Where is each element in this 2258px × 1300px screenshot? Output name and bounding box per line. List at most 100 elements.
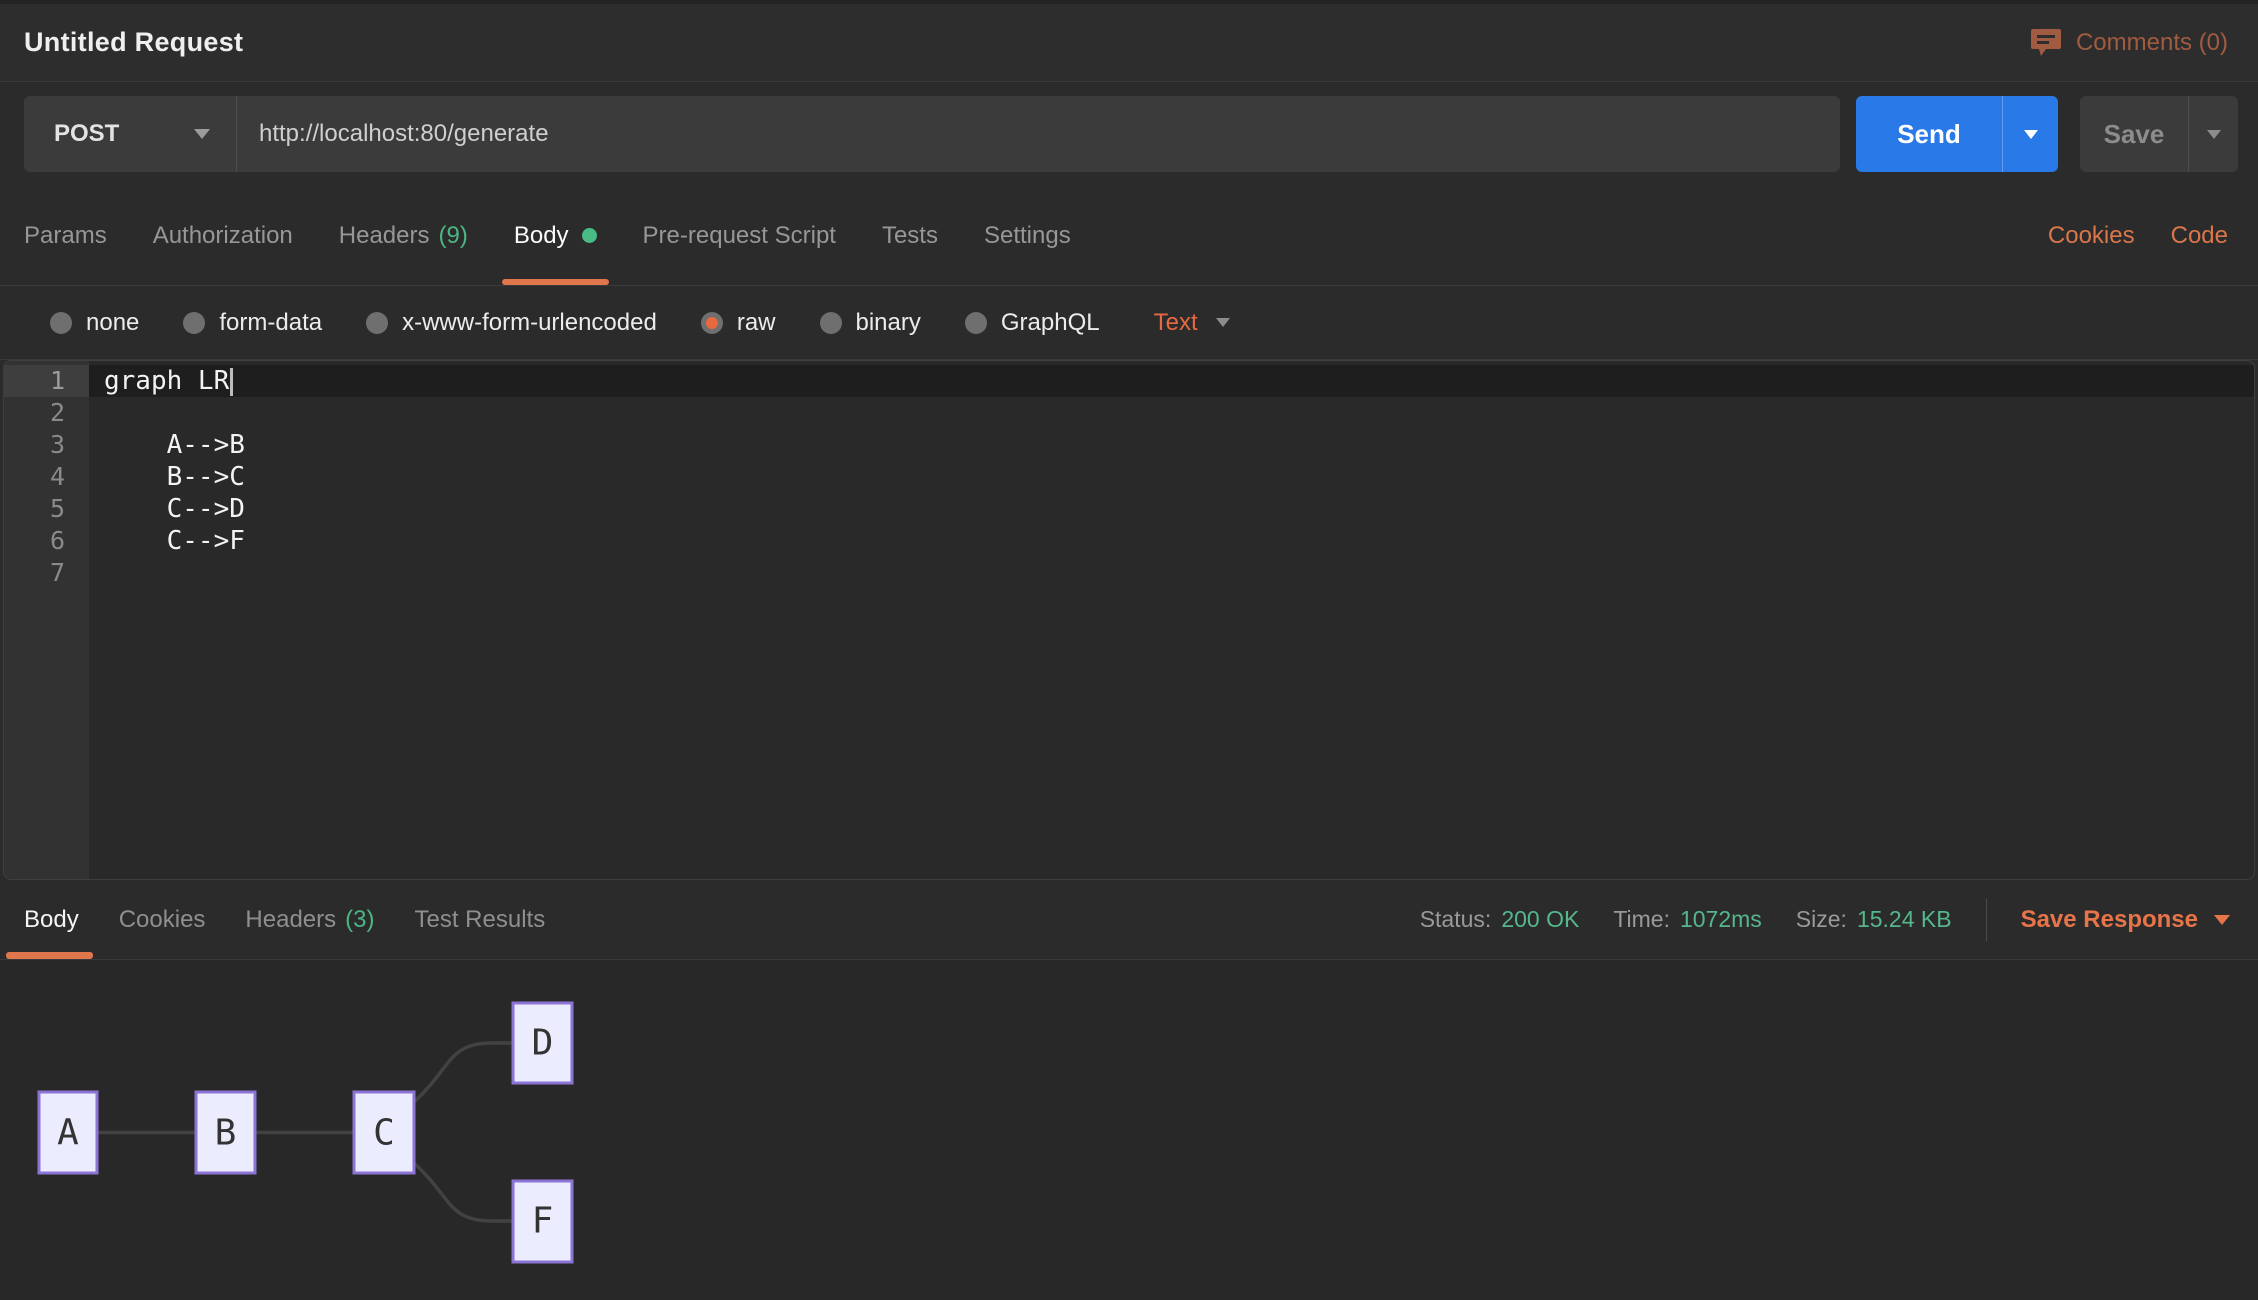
response-status: Status: 200 OK bbox=[1420, 906, 1580, 933]
body-type-raw-label: raw bbox=[737, 309, 776, 337]
response-tab-test-results[interactable]: Test Results bbox=[414, 880, 545, 959]
radio-icon bbox=[965, 312, 987, 334]
code-text: A-->B bbox=[104, 430, 245, 460]
raw-body-editor[interactable]: 1 graph LR 2 3 A-->B 4 B-->C 5 C-->D 6 C… bbox=[3, 360, 2255, 880]
edge-c-f bbox=[414, 1163, 513, 1221]
postman-window: Untitled Request Comments (0) POST http:… bbox=[0, 0, 2258, 1300]
comments-button[interactable]: Comments (0) bbox=[2030, 28, 2228, 58]
code-line: C-->F bbox=[89, 525, 2254, 557]
editor-line[interactable]: 4 B-->C bbox=[4, 461, 2254, 493]
tab-authorization[interactable]: Authorization bbox=[153, 186, 293, 285]
radio-icon bbox=[820, 312, 842, 334]
node-d-label: D bbox=[532, 1023, 554, 1064]
line-number: 3 bbox=[4, 429, 89, 461]
code-text: C-->F bbox=[104, 526, 245, 556]
size-value: 15.24 KB bbox=[1857, 906, 1952, 933]
text-cursor bbox=[230, 368, 233, 396]
body-type-form-data-label: form-data bbox=[219, 309, 322, 337]
code-text: graph LR bbox=[104, 366, 229, 396]
response-meta: Status: 200 OK Time: 1072ms Size: 15.24 … bbox=[1420, 899, 2230, 941]
tab-pre-request-script-label: Pre-request Script bbox=[643, 222, 836, 250]
tab-params-label: Params bbox=[24, 222, 107, 250]
code-line: A-->B bbox=[89, 429, 2254, 461]
url-input[interactable]: http://localhost:80/generate bbox=[237, 96, 1840, 172]
tab-pre-request-script[interactable]: Pre-request Script bbox=[643, 186, 836, 285]
body-modified-dot bbox=[582, 228, 597, 243]
editor-line[interactable]: 5 C-->D bbox=[4, 493, 2254, 525]
chevron-down-icon bbox=[2024, 130, 2038, 139]
headers-count-badge: (9) bbox=[439, 222, 468, 250]
response-tab-headers-label: Headers bbox=[245, 906, 336, 934]
radio-icon bbox=[50, 312, 72, 334]
raw-format-value: Text bbox=[1154, 309, 1198, 337]
save-response-label: Save Response bbox=[2021, 906, 2198, 934]
editor-line[interactable]: 6 C-->F bbox=[4, 525, 2254, 557]
line-number: 6 bbox=[4, 525, 89, 557]
body-type-none[interactable]: none bbox=[50, 309, 139, 337]
line-number: 4 bbox=[4, 461, 89, 493]
send-button[interactable]: Send bbox=[1856, 96, 2002, 172]
editor-line[interactable]: 2 bbox=[4, 397, 2254, 429]
chevron-down-icon bbox=[1216, 318, 1230, 327]
tab-headers-label: Headers bbox=[339, 222, 430, 250]
editor-line[interactable]: 7 bbox=[4, 557, 2254, 589]
node-f-label: F bbox=[532, 1201, 554, 1242]
body-type-raw[interactable]: raw bbox=[701, 309, 776, 337]
line-number: 2 bbox=[4, 397, 89, 429]
status-label: Status: bbox=[1420, 906, 1492, 933]
body-type-form-data[interactable]: form-data bbox=[183, 309, 322, 337]
response-tab-cookies[interactable]: Cookies bbox=[119, 880, 206, 959]
body-type-urlencoded-label: x-www-form-urlencoded bbox=[402, 309, 657, 337]
node-a-label: A bbox=[57, 1113, 79, 1154]
url-value: http://localhost:80/generate bbox=[259, 120, 549, 148]
tab-settings[interactable]: Settings bbox=[984, 186, 1071, 285]
send-options-button[interactable] bbox=[2002, 96, 2058, 172]
request-title: Untitled Request bbox=[24, 27, 243, 58]
radio-icon bbox=[366, 312, 388, 334]
body-type-graphql[interactable]: GraphQL bbox=[965, 309, 1100, 337]
save-button[interactable]: Save bbox=[2080, 96, 2188, 172]
save-response-button[interactable]: Save Response bbox=[2021, 906, 2230, 934]
body-type-binary[interactable]: binary bbox=[820, 309, 921, 337]
editor-line[interactable]: 3 A-->B bbox=[4, 429, 2254, 461]
request-tab-links: Cookies Code bbox=[2048, 186, 2228, 285]
flowchart-graph: A B C D F bbox=[0, 960, 2258, 1300]
line-number: 1 bbox=[4, 365, 89, 397]
code-line: B-->C bbox=[89, 461, 2254, 493]
tab-tests[interactable]: Tests bbox=[882, 186, 938, 285]
tab-headers[interactable]: Headers (9) bbox=[339, 186, 468, 285]
response-tabs: Body Cookies Headers (3) Test Results bbox=[24, 880, 545, 959]
code-line: C-->D bbox=[89, 493, 2254, 525]
node-c-label: C bbox=[373, 1113, 395, 1154]
line-number: 7 bbox=[4, 557, 89, 589]
time-value: 1072ms bbox=[1680, 906, 1762, 933]
editor-line[interactable]: 1 graph LR bbox=[4, 365, 2254, 397]
comment-bubble-icon bbox=[2030, 28, 2062, 58]
body-type-x-www-form-urlencoded[interactable]: x-www-form-urlencoded bbox=[366, 309, 657, 337]
tab-params[interactable]: Params bbox=[24, 186, 107, 285]
method-select[interactable]: POST bbox=[24, 96, 236, 172]
request-url-row: POST http://localhost:80/generate Send S… bbox=[0, 82, 2258, 186]
response-tab-headers[interactable]: Headers (3) bbox=[245, 880, 374, 959]
comments-label: Comments (0) bbox=[2076, 29, 2228, 57]
tab-body[interactable]: Body bbox=[514, 186, 597, 285]
cookies-link[interactable]: Cookies bbox=[2048, 222, 2135, 250]
request-header-bar: Untitled Request Comments (0) bbox=[0, 0, 2258, 82]
response-tab-body[interactable]: Body bbox=[24, 880, 79, 959]
code-line bbox=[89, 397, 2254, 429]
radio-icon bbox=[183, 312, 205, 334]
save-options-button[interactable] bbox=[2188, 96, 2238, 172]
code-link[interactable]: Code bbox=[2171, 222, 2228, 250]
node-b-label: B bbox=[215, 1113, 237, 1154]
raw-format-select[interactable]: Text bbox=[1154, 309, 1230, 337]
response-header-bar: Body Cookies Headers (3) Test Results St… bbox=[0, 880, 2258, 960]
time-label: Time: bbox=[1613, 906, 1670, 933]
response-body-panel: A B C D F bbox=[0, 960, 2258, 1300]
tab-tests-label: Tests bbox=[882, 222, 938, 250]
request-tabs: Params Authorization Headers (9) Body Pr… bbox=[24, 186, 1071, 285]
send-button-group: Send bbox=[1856, 96, 2058, 172]
status-value: 200 OK bbox=[1501, 906, 1579, 933]
line-number: 5 bbox=[4, 493, 89, 525]
response-headers-count-badge: (3) bbox=[345, 906, 374, 934]
body-type-graphql-label: GraphQL bbox=[1001, 309, 1100, 337]
